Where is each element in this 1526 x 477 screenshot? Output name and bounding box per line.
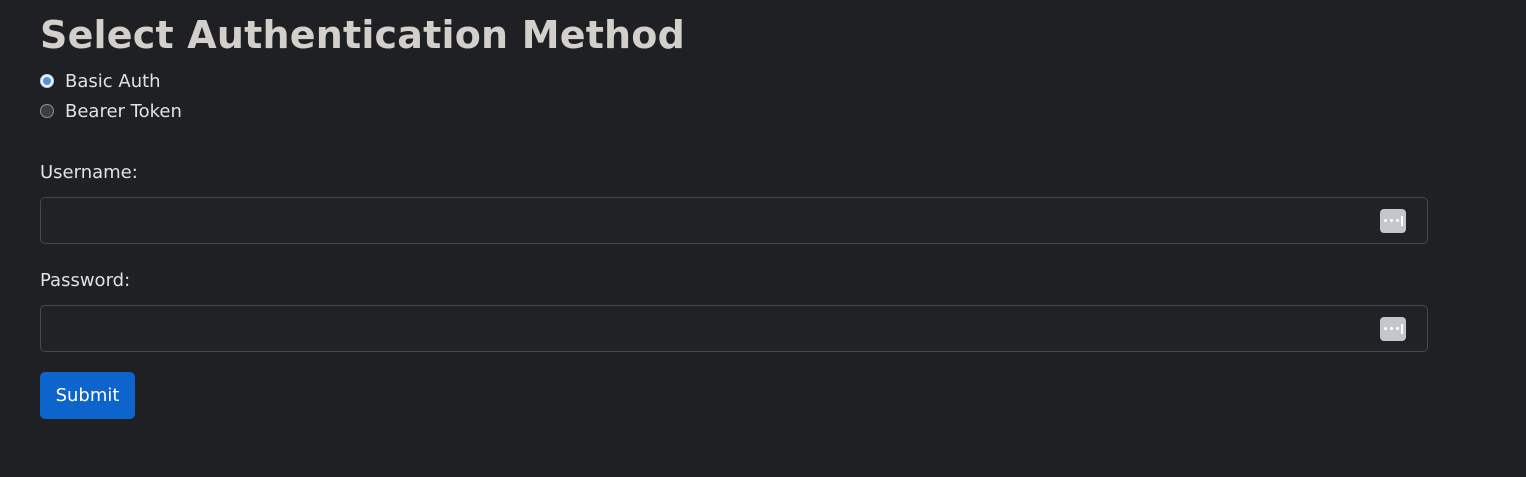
radio-label-bearer-token: Bearer Token: [65, 101, 182, 122]
username-label: Username:: [40, 162, 138, 183]
password-manager-icon[interactable]: [1380, 317, 1406, 341]
username-field-container: [40, 197, 1428, 244]
auth-form-page: Select Authentication Method Basic Auth …: [0, 0, 1526, 477]
password-manager-icon[interactable]: [1380, 209, 1406, 233]
radio-button-bearer-token[interactable]: [40, 103, 54, 118]
radio-basic-auth[interactable]: Basic Auth: [40, 71, 161, 93]
radio-label-basic-auth: Basic Auth: [65, 71, 161, 92]
password-input[interactable]: [41, 306, 1361, 351]
username-input[interactable]: [41, 198, 1361, 243]
radio-button-basic-auth[interactable]: [40, 73, 54, 88]
radio-bearer-token[interactable]: Bearer Token: [40, 101, 182, 123]
password-field-container: [40, 305, 1428, 352]
submit-button[interactable]: Submit: [40, 372, 135, 419]
page-title: Select Authentication Method: [40, 13, 686, 57]
password-label: Password:: [40, 270, 131, 291]
